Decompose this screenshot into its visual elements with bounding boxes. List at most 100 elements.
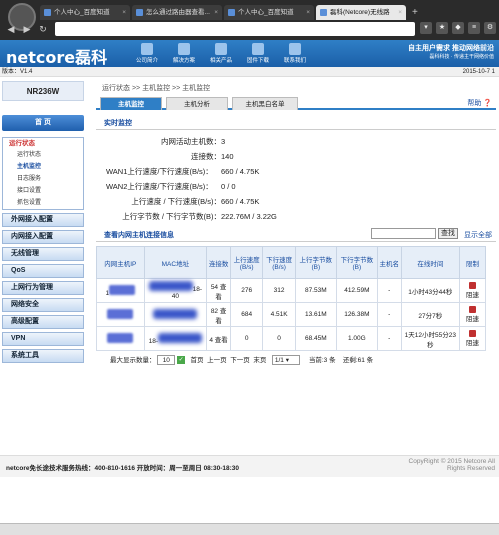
shield-icon[interactable]: ◆: [452, 22, 464, 34]
new-tab-button[interactable]: +: [408, 5, 418, 20]
tab-host-blackwhite[interactable]: 主机黑白名单: [232, 97, 298, 110]
tab-host-analysis[interactable]: 主机分析: [166, 97, 228, 110]
sidebar-item-wan[interactable]: 外网接入配置: [2, 213, 84, 227]
cell-upb: 87.53M: [294, 278, 337, 303]
cell-name: -: [376, 278, 402, 303]
sidebar-item-vpn[interactable]: VPN: [2, 332, 84, 346]
extension-icon[interactable]: ▾: [420, 22, 432, 34]
reload-icon[interactable]: ↻: [36, 22, 50, 36]
help-icon: ❓: [483, 100, 492, 107]
browser-chrome: 个人中心_百度知道 × 怎么通过路由器查看... × 个人中心_百度知道 × 磊科(N…: [0, 0, 499, 40]
cell-online: 1天12小时55分23秒: [400, 326, 460, 351]
box-icon: [215, 43, 227, 55]
col-down-speed[interactable]: 下行速度(B/s): [262, 246, 296, 279]
stat-wan2: WAN2上行速度/下行速度(B/s)： 0 / 0: [106, 182, 236, 191]
sidebar-item-security[interactable]: 网络安全: [2, 298, 84, 312]
cell-conns[interactable]: 4 查看: [206, 326, 231, 351]
col-ip[interactable]: 内网主机IP: [96, 246, 145, 279]
nav-contact[interactable]: 联系我们: [280, 43, 310, 64]
col-up-bytes[interactable]: 上行字节数(B): [294, 246, 337, 279]
close-icon[interactable]: ×: [214, 5, 218, 20]
cell-down: 312: [262, 278, 296, 303]
cell-downb: 1.00G: [335, 326, 378, 351]
date-text: 2015-10-7 1: [462, 69, 495, 75]
settings-icon[interactable]: ⚙: [484, 22, 496, 34]
sidebar-item-log[interactable]: 日志服务: [3, 173, 83, 185]
limit-button[interactable]: 阻速: [458, 302, 487, 327]
sidebar-item-behavior[interactable]: 上网行为管理: [2, 281, 84, 295]
sidebar-item-capture[interactable]: 抓包设置: [3, 197, 83, 209]
search-input[interactable]: [371, 228, 436, 239]
host-table: 内网主机IP MAC地址 连接数 上行速度(B/s) 下行速度(B/s) 上行字…: [96, 246, 487, 351]
cell-ip[interactable]: [96, 302, 145, 327]
tab-row: 主机监控 主机分析 主机黑白名单 帮助 ❓: [96, 97, 496, 110]
first-page-link[interactable]: 首页: [191, 357, 204, 364]
page-select[interactable]: 1/1 ▾: [271, 355, 300, 366]
browser-tab[interactable]: 个人中心_百度知道 ×: [224, 5, 314, 20]
star-icon[interactable]: ★: [436, 22, 448, 34]
last-page-link[interactable]: 末页: [253, 357, 266, 364]
site-header: netcore磊科 公司简介 解决方案 相关产品 固件下载 联系我们 自主用户需…: [0, 40, 499, 67]
cell-conns[interactable]: 54 查看: [206, 278, 231, 303]
sidebar-item-wireless[interactable]: 无线管理: [2, 247, 84, 261]
support-hotline: netcore免长途技术服务热线：400-810-1616 开放时间：周一至周日…: [6, 465, 239, 472]
home-button[interactable]: 首 页: [2, 115, 84, 131]
tab-strip: 个人中心_百度知道 × 怎么通过路由器查看... × 个人中心_百度知道 × 磊科(N…: [40, 5, 418, 20]
sidebar-item-system[interactable]: 系统工具: [2, 349, 84, 363]
sidebar-item-lan[interactable]: 内网接入配置: [2, 230, 84, 244]
col-down-bytes[interactable]: 下行字节数(B): [335, 246, 378, 279]
nav-products[interactable]: 相关产品: [206, 43, 236, 64]
col-up-speed[interactable]: 上行速度(B/s): [229, 246, 264, 279]
max-rows-input[interactable]: 10: [157, 355, 176, 366]
limit-button[interactable]: 阻速: [458, 326, 487, 351]
cell-ip[interactable]: 1: [96, 278, 145, 303]
run-status-header[interactable]: 运行状态: [3, 138, 83, 149]
stat-wan1: WAN1上行速度/下行速度(B/s)： 660 / 4.75K: [106, 167, 260, 176]
sidebar-item-interface[interactable]: 接口设置: [3, 185, 83, 197]
col-online-time[interactable]: 在线时间: [400, 246, 460, 279]
help-link[interactable]: 帮助 ❓: [467, 98, 492, 108]
col-conns[interactable]: 连接数: [206, 246, 231, 279]
forward-icon[interactable]: ▶: [20, 22, 34, 36]
run-status-group: 运行状态 运行状态 主机监控 日志服务 接口设置 抓包设置: [2, 137, 84, 210]
cell-mac: [143, 302, 208, 327]
address-bar[interactable]: [55, 22, 415, 36]
col-mac[interactable]: MAC地址: [143, 246, 208, 279]
building-icon: [141, 43, 153, 55]
search-button[interactable]: 查找: [438, 228, 458, 239]
redacted-mac: [148, 281, 193, 291]
browser-tab[interactable]: 个人中心_百度知道 ×: [40, 5, 130, 20]
col-hostname[interactable]: 主机名: [376, 246, 402, 279]
sidebar-item-advanced[interactable]: 高级配置: [2, 315, 84, 329]
back-icon[interactable]: ◀: [4, 22, 18, 36]
browser-tab[interactable]: 怎么通过路由器查看... ×: [132, 5, 222, 20]
close-icon[interactable]: ×: [306, 5, 310, 20]
nav-solutions[interactable]: 解决方案: [169, 43, 199, 64]
cell-mac: 18-: [143, 326, 208, 351]
show-all-link[interactable]: 显示全部: [464, 230, 492, 242]
col-limit[interactable]: 限制: [458, 246, 487, 279]
table-row: 82 查看 684 4.51K 13.61M 126.38M - 27分7秒 阻…: [96, 302, 487, 327]
sidebar-item-host-monitor[interactable]: 主机监控: [3, 161, 83, 173]
limit-icon: [468, 305, 476, 313]
cell-ip[interactable]: [96, 326, 145, 351]
next-page-link[interactable]: 下一页: [230, 357, 250, 364]
prev-page-link[interactable]: 上一页: [207, 357, 227, 364]
sidebar-item-qos[interactable]: QoS: [2, 264, 84, 278]
tab-host-monitor[interactable]: 主机监控: [100, 97, 162, 110]
sidebar-item-run-status[interactable]: 运行状态: [3, 149, 83, 161]
browser-tab-active[interactable]: 磊科(Netcore)无线路 ×: [316, 5, 406, 20]
nav-firmware[interactable]: 固件下载: [243, 43, 273, 64]
download-icon: [252, 43, 264, 55]
close-icon[interactable]: ×: [398, 5, 402, 20]
remaining-count: 还剩:61 条: [342, 357, 374, 364]
pager: 最大显示数量： 10 ✓ 首页 上一页 下一页 末页 1/1 ▾ 当前:3 条 …: [110, 355, 374, 366]
limit-button[interactable]: 阻速: [458, 278, 487, 303]
cell-conns[interactable]: 82 查看: [206, 302, 231, 327]
close-icon[interactable]: ×: [122, 5, 126, 20]
confirm-icon[interactable]: ✓: [177, 356, 186, 365]
realtime-section-title: 实时监控: [96, 118, 496, 130]
cell-up: 684: [229, 302, 264, 327]
menu-icon[interactable]: ≡: [468, 22, 480, 34]
nav-about[interactable]: 公司简介: [132, 43, 162, 64]
